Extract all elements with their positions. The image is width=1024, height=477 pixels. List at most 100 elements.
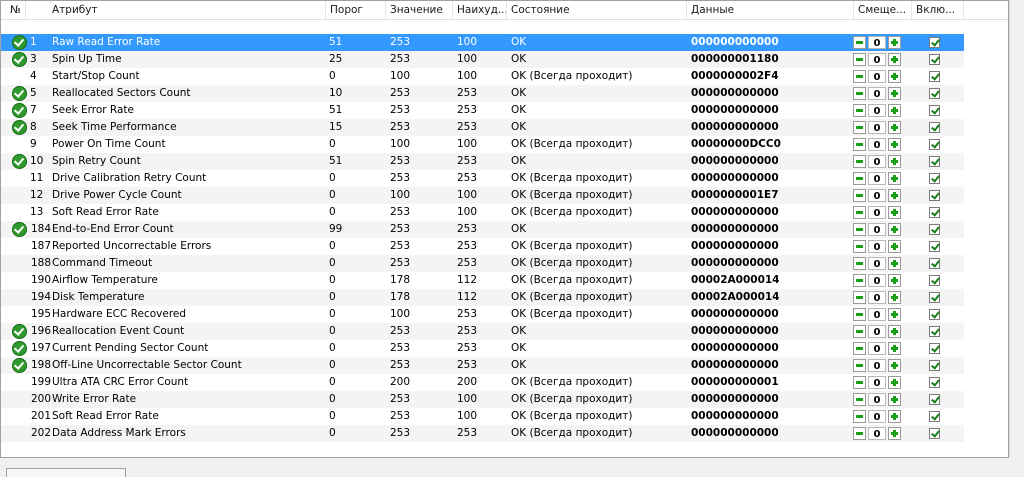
enabled-checkbox[interactable] xyxy=(929,428,940,439)
minus-icon[interactable] xyxy=(853,155,866,168)
plus-icon[interactable] xyxy=(888,87,901,100)
table-row[interactable]: 201 Soft Read Error Rate 0 253 100 OK (Всегда… xyxy=(1,408,964,425)
column-header-enabled[interactable]: Вклю... xyxy=(912,1,964,19)
table-row[interactable]: 190 Airflow Temperature 0 178 112 OK (Всегда … xyxy=(1,272,964,289)
offset-value[interactable]: 0 xyxy=(868,138,886,151)
offset-value[interactable]: 0 xyxy=(868,172,886,185)
offset-value[interactable]: 0 xyxy=(868,376,886,389)
table-row[interactable]: 7 Seek Error Rate 51 253 253 OK 000000000000 0 xyxy=(1,102,964,119)
enabled-checkbox[interactable] xyxy=(929,88,940,99)
minus-icon[interactable] xyxy=(853,189,866,202)
minus-icon[interactable] xyxy=(853,274,866,287)
minus-icon[interactable] xyxy=(853,240,866,253)
offset-value[interactable]: 0 xyxy=(868,291,886,304)
column-header-offset[interactable]: Смеще... xyxy=(854,1,912,19)
enabled-checkbox[interactable] xyxy=(929,258,940,269)
minus-icon[interactable] xyxy=(853,359,866,372)
minus-icon[interactable] xyxy=(853,87,866,100)
minus-icon[interactable] xyxy=(853,138,866,151)
enabled-checkbox[interactable] xyxy=(929,224,940,235)
enabled-checkbox[interactable] xyxy=(929,309,940,320)
table-row[interactable]: 199 Ultra ATA CRC Error Count 0 200 200 OK (В… xyxy=(1,374,964,391)
plus-icon[interactable] xyxy=(888,308,901,321)
offset-value[interactable]: 0 xyxy=(868,342,886,355)
minus-icon[interactable] xyxy=(853,223,866,236)
minus-icon[interactable] xyxy=(853,53,866,66)
plus-icon[interactable] xyxy=(888,359,901,372)
minus-icon[interactable] xyxy=(853,342,866,355)
plus-icon[interactable] xyxy=(888,189,901,202)
table-row[interactable]: 1 Raw Read Error Rate 51 253 100 OK 0000000000… xyxy=(1,34,964,51)
offset-value[interactable]: 0 xyxy=(868,36,886,49)
table-row[interactable]: 3 Spin Up Time 25 253 100 OK 000000001180 0 xyxy=(1,51,964,68)
plus-icon[interactable] xyxy=(888,36,901,49)
offset-value[interactable]: 0 xyxy=(868,410,886,423)
table-row[interactable]: 194 Disk Temperature 0 178 112 OK (Всегда про… xyxy=(1,289,964,306)
offset-value[interactable]: 0 xyxy=(868,427,886,440)
minus-icon[interactable] xyxy=(853,206,866,219)
plus-icon[interactable] xyxy=(888,104,901,117)
enabled-checkbox[interactable] xyxy=(929,343,940,354)
minus-icon[interactable] xyxy=(853,172,866,185)
offset-value[interactable]: 0 xyxy=(868,257,886,270)
table-row[interactable]: 184 End-to-End Error Count 99 253 253 OK 00000… xyxy=(1,221,964,238)
offset-value[interactable]: 0 xyxy=(868,53,886,66)
table-row[interactable]: 196 Reallocation Event Count 0 253 253 OK 0000… xyxy=(1,323,964,340)
column-header-attribute[interactable]: Атрибут xyxy=(48,1,326,19)
enabled-checkbox[interactable] xyxy=(929,156,940,167)
minus-icon[interactable] xyxy=(853,427,866,440)
plus-icon[interactable] xyxy=(888,342,901,355)
minus-icon[interactable] xyxy=(853,121,866,134)
offset-value[interactable]: 0 xyxy=(868,87,886,100)
table-row[interactable]: 188 Command Timeout 0 253 253 OK (Всегда прох… xyxy=(1,255,964,272)
table-row[interactable]: 202 Data Address Mark Errors 0 253 253 OK (Вс… xyxy=(1,425,964,442)
plus-icon[interactable] xyxy=(888,410,901,423)
plus-icon[interactable] xyxy=(888,240,901,253)
enabled-checkbox[interactable] xyxy=(929,275,940,286)
plus-icon[interactable] xyxy=(888,172,901,185)
plus-icon[interactable] xyxy=(888,393,901,406)
plus-icon[interactable] xyxy=(888,53,901,66)
enabled-checkbox[interactable] xyxy=(929,190,940,201)
enabled-checkbox[interactable] xyxy=(929,105,940,116)
table-row[interactable]: 5 Reallocated Sectors Count 10 253 253 OK 0000… xyxy=(1,85,964,102)
plus-icon[interactable] xyxy=(888,291,901,304)
minus-icon[interactable] xyxy=(853,308,866,321)
minus-icon[interactable] xyxy=(853,376,866,389)
plus-icon[interactable] xyxy=(888,206,901,219)
table-row[interactable]: 13 Soft Read Error Rate 0 253 100 OK (Всегда … xyxy=(1,204,964,221)
enabled-checkbox[interactable] xyxy=(929,377,940,388)
table-row[interactable]: 198 Off-Line Uncorrectable Sector Count 0 2… xyxy=(1,357,964,374)
plus-icon[interactable] xyxy=(888,427,901,440)
column-header-state[interactable]: Состояние xyxy=(507,1,687,19)
minus-icon[interactable] xyxy=(853,410,866,423)
column-header-value[interactable]: Значение xyxy=(386,1,453,19)
minus-icon[interactable] xyxy=(853,36,866,49)
table-row[interactable]: 195 Hardware ECC Recovered 0 100 253 OK (Всег… xyxy=(1,306,964,323)
plus-icon[interactable] xyxy=(888,155,901,168)
table-row[interactable]: 197 Current Pending Sector Count 0 253 253 OK… xyxy=(1,340,964,357)
enabled-checkbox[interactable] xyxy=(929,360,940,371)
offset-value[interactable]: 0 xyxy=(868,223,886,236)
minus-icon[interactable] xyxy=(853,325,866,338)
offset-value[interactable]: 0 xyxy=(868,70,886,83)
plus-icon[interactable] xyxy=(888,121,901,134)
plus-icon[interactable] xyxy=(888,257,901,270)
offset-value[interactable]: 0 xyxy=(868,308,886,321)
offset-value[interactable]: 0 xyxy=(868,121,886,134)
plus-icon[interactable] xyxy=(888,325,901,338)
table-row[interactable]: 10 Spin Retry Count 51 253 253 OK 000000000000… xyxy=(1,153,964,170)
table-row[interactable]: 8 Seek Time Performance 15 253 253 OK 00000000… xyxy=(1,119,964,136)
enabled-checkbox[interactable] xyxy=(929,122,940,133)
column-header-data[interactable]: Данные xyxy=(687,1,854,19)
table-row[interactable]: 12 Drive Power Cycle Count 0 100 100 OK (Всег… xyxy=(1,187,964,204)
minus-icon[interactable] xyxy=(853,257,866,270)
plus-icon[interactable] xyxy=(888,274,901,287)
offset-value[interactable]: 0 xyxy=(868,155,886,168)
table-row[interactable]: 11 Drive Calibration Retry Count 0 253 253 OK… xyxy=(1,170,964,187)
offset-value[interactable]: 0 xyxy=(868,274,886,287)
offset-value[interactable]: 0 xyxy=(868,240,886,253)
offset-value[interactable]: 0 xyxy=(868,206,886,219)
offset-value[interactable]: 0 xyxy=(868,325,886,338)
column-header-worst[interactable]: Наихуд... xyxy=(453,1,507,19)
